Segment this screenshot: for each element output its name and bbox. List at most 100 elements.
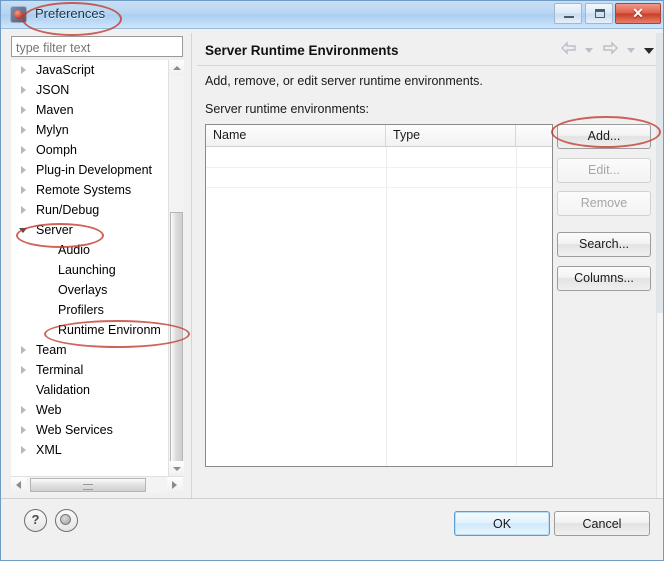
dialog-footer: ? OK Cancel bbox=[1, 499, 663, 560]
minimize-icon bbox=[564, 16, 575, 18]
chevron-right-icon bbox=[172, 481, 177, 489]
page-vertical-scrollbar[interactable] bbox=[656, 33, 663, 498]
column-header-name[interactable]: Name bbox=[206, 125, 386, 146]
chevron-right-icon[interactable] bbox=[21, 186, 26, 194]
row-divider bbox=[206, 167, 552, 168]
tree-item[interactable]: JavaScript bbox=[11, 60, 183, 80]
tree-item[interactable]: Maven bbox=[11, 100, 183, 120]
chevron-right-icon[interactable] bbox=[21, 426, 26, 434]
columns-button[interactable]: Columns... bbox=[557, 266, 651, 291]
tree-scroll-thumb[interactable] bbox=[170, 212, 183, 467]
table-label: Server runtime environments: bbox=[205, 102, 369, 116]
column-header-extra[interactable] bbox=[516, 125, 552, 146]
back-arrow-icon[interactable] bbox=[560, 41, 577, 60]
chevron-right-icon[interactable] bbox=[21, 406, 26, 414]
tree-hscroll-thumb[interactable] bbox=[30, 478, 146, 492]
close-button[interactable]: ✕ bbox=[615, 3, 661, 24]
tree-item[interactable]: Profilers bbox=[11, 300, 183, 320]
oomph-icon[interactable] bbox=[55, 509, 78, 532]
remove-button: Remove bbox=[557, 191, 651, 216]
chevron-down-icon bbox=[173, 467, 181, 471]
tree-item-label: Overlays bbox=[58, 283, 108, 297]
view-menu-chevron-down-icon[interactable] bbox=[644, 47, 654, 54]
tree-vertical-scrollbar[interactable] bbox=[168, 60, 184, 476]
maximize-button[interactable] bbox=[584, 3, 613, 24]
tree-item-label: Launching bbox=[58, 263, 116, 277]
minimize-button[interactable] bbox=[554, 3, 583, 24]
window-title: Preferences bbox=[35, 6, 106, 21]
chevron-right-icon[interactable] bbox=[21, 106, 26, 114]
tree-item[interactable]: Web Services bbox=[11, 420, 183, 440]
chevron-right-icon[interactable] bbox=[21, 66, 26, 74]
tree-item-label: Run/Debug bbox=[36, 203, 100, 217]
tree-item[interactable]: Team bbox=[11, 340, 183, 360]
preferences-tree[interactable]: JavaScript JSON Maven Mylyn Oomph Plug-in Dev… bbox=[11, 60, 183, 476]
tree-item[interactable]: Oomph bbox=[11, 140, 183, 160]
tree-item-label: Team bbox=[36, 343, 67, 357]
filter-input[interactable] bbox=[11, 36, 183, 57]
page-scroll-thumb[interactable] bbox=[657, 33, 663, 313]
scroll-up-button[interactable] bbox=[169, 60, 184, 75]
tree-item[interactable]: JSON bbox=[11, 80, 183, 100]
tree-item[interactable]: Terminal bbox=[11, 360, 183, 380]
tree-item[interactable]: Validation bbox=[11, 380, 183, 400]
tree-item[interactable]: Remote Systems bbox=[11, 180, 183, 200]
chevron-right-icon[interactable] bbox=[21, 146, 26, 154]
forward-menu-chevron-down-icon[interactable] bbox=[626, 48, 635, 53]
tree-item-label: Oomph bbox=[36, 143, 77, 157]
tree-item-label: Profilers bbox=[58, 303, 104, 317]
add-button[interactable]: Add... bbox=[557, 124, 651, 149]
cancel-button[interactable]: Cancel bbox=[554, 511, 650, 536]
forward-arrow-icon[interactable] bbox=[602, 41, 619, 60]
tree-item[interactable]: Runtime Environm bbox=[11, 320, 183, 340]
edit-button: Edit... bbox=[557, 158, 651, 183]
chevron-right-icon[interactable] bbox=[21, 126, 26, 134]
tree-item-label: XML bbox=[36, 443, 62, 457]
tree-item[interactable]: Server bbox=[11, 220, 183, 240]
title-bar: Preferences ✕ bbox=[1, 1, 663, 29]
tree-item-label: Remote Systems bbox=[36, 183, 132, 197]
column-divider bbox=[386, 147, 387, 466]
tree-item[interactable]: Run/Debug bbox=[11, 200, 183, 220]
tree-horizontal-scrollbar[interactable] bbox=[11, 476, 183, 493]
chevron-down-icon[interactable] bbox=[19, 228, 27, 233]
table-body bbox=[206, 147, 552, 466]
tree-item[interactable]: Audio bbox=[11, 240, 183, 260]
chevron-right-icon[interactable] bbox=[21, 166, 26, 174]
tree-item-label: Audio bbox=[58, 243, 90, 257]
row-divider bbox=[206, 187, 552, 188]
tree-item[interactable]: Mylyn bbox=[11, 120, 183, 140]
chevron-left-icon bbox=[16, 481, 21, 489]
tree-item-label: Mylyn bbox=[36, 123, 69, 137]
ok-button[interactable]: OK bbox=[454, 511, 550, 536]
window-controls: ✕ bbox=[554, 3, 661, 25]
chevron-right-icon[interactable] bbox=[21, 206, 26, 214]
tree-item-label: Maven bbox=[36, 103, 74, 117]
scroll-down-button[interactable] bbox=[169, 461, 184, 476]
scroll-right-button[interactable] bbox=[167, 477, 183, 493]
tree-item-label: Server bbox=[36, 223, 73, 237]
chevron-right-icon[interactable] bbox=[21, 446, 26, 454]
help-icon[interactable]: ? bbox=[24, 509, 47, 532]
tree-item-label: Runtime Environm bbox=[58, 323, 161, 337]
tree-item[interactable]: Overlays bbox=[11, 280, 183, 300]
tree-item-label: JSON bbox=[36, 83, 70, 97]
page-title: Server Runtime Environments bbox=[205, 43, 399, 58]
tree-item-label: JavaScript bbox=[36, 63, 95, 77]
page-description: Add, remove, or edit server runtime envi… bbox=[205, 74, 483, 88]
scroll-left-button[interactable] bbox=[11, 477, 27, 493]
tree-item[interactable]: Web bbox=[11, 400, 183, 420]
tree-item-label: Terminal bbox=[36, 363, 84, 377]
table-header-row: Name Type bbox=[206, 125, 552, 147]
column-header-type[interactable]: Type bbox=[386, 125, 516, 146]
chevron-right-icon[interactable] bbox=[21, 86, 26, 94]
runtime-environments-table[interactable]: Name Type bbox=[205, 124, 553, 467]
chevron-right-icon[interactable] bbox=[21, 346, 26, 354]
tree-item[interactable]: Launching bbox=[11, 260, 183, 280]
tree-item[interactable]: XML bbox=[11, 440, 183, 460]
page-navigation bbox=[557, 41, 656, 60]
tree-item[interactable]: Plug-in Development bbox=[11, 160, 183, 180]
search-button[interactable]: Search... bbox=[557, 232, 651, 257]
back-menu-chevron-down-icon[interactable] bbox=[584, 48, 593, 53]
chevron-right-icon[interactable] bbox=[21, 366, 26, 374]
